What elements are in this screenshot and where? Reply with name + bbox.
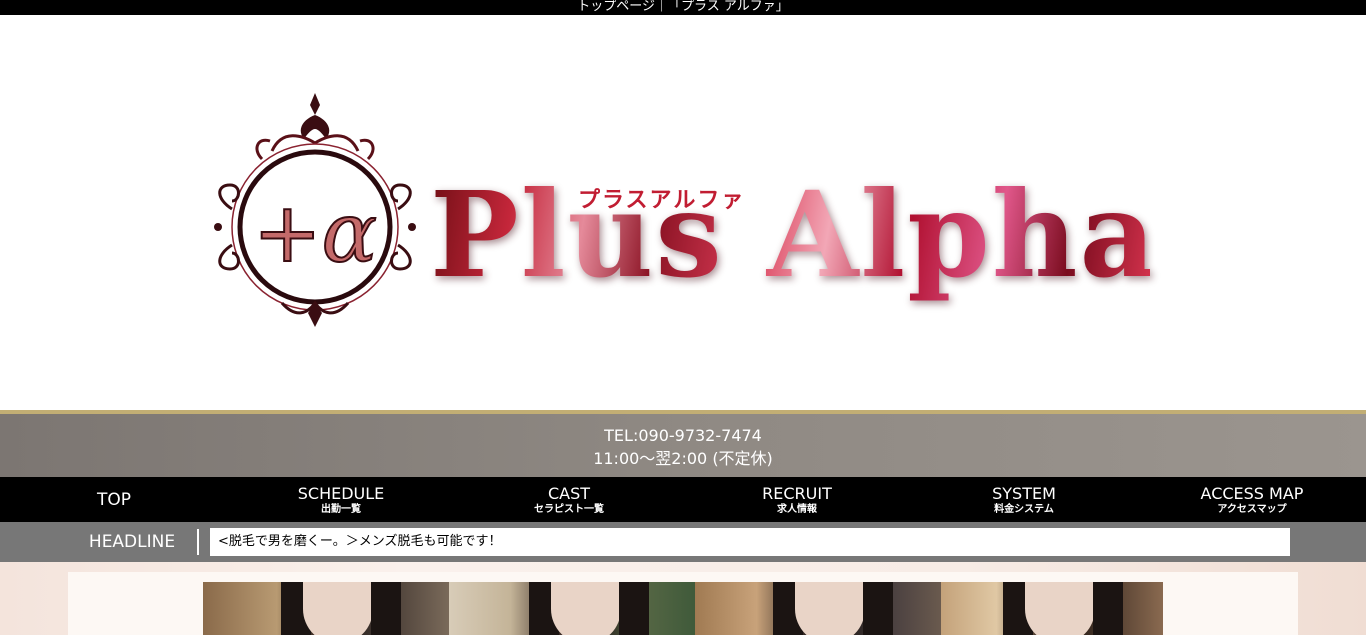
cast-photo[interactable]: [203, 582, 449, 635]
nav-system-label: SYSTEM: [992, 484, 1056, 503]
main-nav: TOP SCHEDULE 出勤一覧 CAST セラピスト一覧 RECRUIT 求…: [0, 477, 1366, 522]
nav-schedule-label: SCHEDULE: [297, 484, 385, 503]
nav-access-map-label: ACCESS MAP: [1200, 484, 1304, 503]
nav-cast-sublabel: セラピスト一覧: [534, 504, 604, 515]
logo-title: Plus Alpha: [430, 160, 1156, 310]
logo-area[interactable]: +α Plus Alpha プラスアルファ: [0, 15, 1366, 410]
business-hours: 11:00～翌2:00 (不定休): [593, 449, 773, 468]
cast-photo[interactable]: [449, 582, 695, 635]
headline-label: HEADLINE: [88, 532, 176, 552]
nav-top[interactable]: TOP: [14, 477, 214, 522]
nav-cast[interactable]: CAST セラピスト一覧: [469, 477, 669, 522]
plus-alpha-emblem-icon: +α: [214, 93, 416, 327]
phone-number[interactable]: TEL:090-9732-7474: [0, 426, 1366, 446]
nav-recruit[interactable]: RECRUIT 求人情報: [697, 477, 897, 522]
headline-bar: HEADLINE <脱毛で男を磨くー。＞メンズ脱毛も可能です！: [0, 522, 1366, 562]
nav-recruit-label: RECRUIT: [762, 484, 832, 503]
nav-recruit-sublabel: 求人情報: [777, 504, 817, 515]
headline-divider: [197, 529, 199, 555]
page-title-bar: トップページ｜「プラス アルファ」: [0, 0, 1366, 15]
nav-top-label: TOP: [96, 490, 132, 510]
nav-access-map-sublabel: アクセスマップ: [1217, 504, 1287, 515]
logo-kana: プラスアルファ: [578, 187, 746, 213]
page-title: トップページ｜「プラス アルファ」: [577, 0, 789, 14]
contact-info-band: TEL:090-9732-7474 11:00～翌2:00 (不定休): [0, 410, 1366, 477]
nav-system[interactable]: SYSTEM 料金システム: [924, 477, 1124, 522]
cast-photo[interactable]: [695, 582, 941, 635]
emblem-text: +α: [253, 186, 377, 281]
nav-system-sublabel: 料金システム: [994, 504, 1054, 515]
cast-photo[interactable]: [941, 582, 1163, 635]
nav-schedule-sublabel: 出勤一覧: [321, 504, 361, 515]
headline-ticker[interactable]: <脱毛で男を磨くー。＞メンズ脱毛も可能です！: [210, 528, 1290, 556]
nav-schedule[interactable]: SCHEDULE 出勤一覧: [241, 477, 441, 522]
nav-cast-label: CAST: [547, 484, 591, 503]
nav-access-map[interactable]: ACCESS MAP アクセスマップ: [1152, 477, 1352, 522]
